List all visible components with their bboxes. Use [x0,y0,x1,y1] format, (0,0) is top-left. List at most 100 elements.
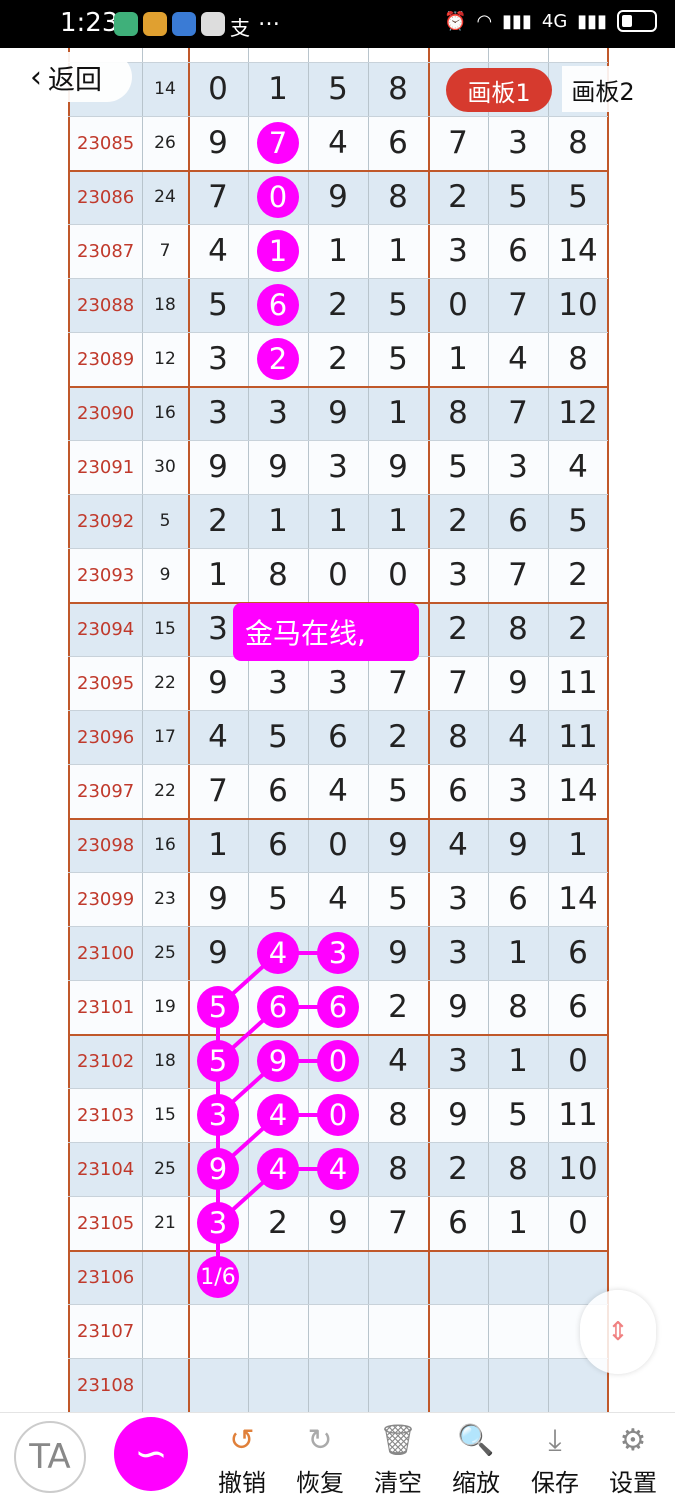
digit-cell[interactable]: 1 [488,1034,548,1088]
digit-cell[interactable]: 6 [548,980,608,1034]
digit-cell[interactable]: 7 [428,116,488,170]
digit-cell[interactable]: 1 [188,548,248,602]
digit-cell[interactable]: 7 [368,656,428,710]
digit-cell[interactable]: 5 [548,170,608,224]
digit-cell[interactable]: 6 [248,818,308,872]
digit-cell[interactable]: 2 [308,332,368,386]
highlighted-digit[interactable]: 6 [257,986,299,1028]
digit-cell[interactable]: 9 [368,926,428,980]
digit-cell[interactable]: 4 [488,710,548,764]
digit-cell[interactable] [368,1358,428,1412]
digit-cell[interactable]: 2 [428,1142,488,1196]
highlighted-digit[interactable]: 1 [257,230,299,272]
highlighted-digit[interactable]: 7 [257,122,299,164]
digit-cell[interactable]: 5 [368,278,428,332]
digit-cell[interactable]: 8 [368,62,428,116]
digit-cell[interactable]: 9 [428,1088,488,1142]
digit-cell[interactable]: 6 [488,224,548,278]
digit-cell[interactable]: 9 [308,170,368,224]
digit-cell[interactable]: 8 [248,548,308,602]
digit-cell[interactable] [188,1358,248,1412]
digit-cell[interactable]: 6 [488,494,548,548]
undo-button[interactable]: ↺ 撤销 [212,1417,272,1498]
digit-cell[interactable]: 0 [308,818,368,872]
digit-cell[interactable]: 10 [548,1142,608,1196]
digit-cell[interactable]: 2 [548,548,608,602]
digit-cell[interactable]: 0 [308,548,368,602]
digit-cell[interactable]: 8 [548,116,608,170]
digit-cell[interactable]: 9 [248,440,308,494]
digit-cell[interactable]: 3 [428,548,488,602]
digit-cell[interactable]: 1 [248,62,308,116]
digit-cell[interactable]: 3 [428,926,488,980]
digit-cell[interactable]: 2 [548,602,608,656]
digit-cell[interactable]: 1 [368,494,428,548]
digit-cell[interactable]: 8 [368,170,428,224]
digit-cell[interactable]: 3 [308,440,368,494]
settings-button[interactable]: ⚙ 设置 [603,1417,663,1498]
digit-cell[interactable]: 8 [368,1088,428,1142]
digit-cell[interactable]: 1 [248,494,308,548]
highlighted-digit[interactable]: 5 [197,1040,239,1082]
highlighted-digit[interactable]: 3 [317,932,359,974]
highlighted-digit[interactable]: 0 [317,1040,359,1082]
digit-cell[interactable]: 3 [428,1034,488,1088]
digit-cell[interactable]: 2 [368,710,428,764]
digit-cell[interactable] [488,1358,548,1412]
digit-cell[interactable]: 8 [488,602,548,656]
digit-cell[interactable]: 3 [188,332,248,386]
digit-cell[interactable]: 7 [428,656,488,710]
digit-cell[interactable]: 11 [548,710,608,764]
digit-cell[interactable]: 0 [548,1196,608,1250]
digit-cell[interactable]: 1 [488,926,548,980]
digit-cell[interactable]: 7 [188,764,248,818]
digit-cell[interactable] [248,1250,308,1304]
digit-cell[interactable]: 1 [308,224,368,278]
digit-cell[interactable] [248,1304,308,1358]
highlighted-digit[interactable]: 1/6 [197,1256,239,1298]
digit-cell[interactable]: 2 [308,278,368,332]
highlighted-digit[interactable]: 2 [257,338,299,380]
digit-cell[interactable]: 5 [428,440,488,494]
digit-cell[interactable]: 3 [428,872,488,926]
digit-cell[interactable]: 3 [428,224,488,278]
highlighted-digit[interactable]: 9 [257,1040,299,1082]
digit-cell[interactable]: 3 [488,764,548,818]
highlighted-digit[interactable]: 6 [317,986,359,1028]
digit-cell[interactable]: 4 [188,224,248,278]
chart-grid[interactable]: 14 0 1 5 8 23085 26 9 4 6 7 3 8 23086 24 7 9 8 2 5 5 23087 7 4 1… [0,48,675,1412]
digit-cell[interactable]: 1 [368,386,428,440]
digit-cell[interactable]: 6 [368,116,428,170]
digit-cell[interactable]: 9 [488,818,548,872]
digit-cell[interactable]: 14 [548,224,608,278]
digit-cell[interactable]: 9 [308,1196,368,1250]
digit-cell[interactable]: 5 [548,494,608,548]
pen-tool-button[interactable]: ∽ [114,1417,188,1491]
highlighted-digit[interactable]: 4 [317,1148,359,1190]
digit-cell[interactable]: 14 [548,872,608,926]
redo-button[interactable]: ↻ 恢复 [290,1417,350,1498]
digit-cell[interactable]: 8 [428,710,488,764]
digit-cell[interactable] [188,1304,248,1358]
digit-cell[interactable]: 7 [188,170,248,224]
digit-cell[interactable]: 9 [368,440,428,494]
digit-cell[interactable] [488,1304,548,1358]
digit-cell[interactable]: 1 [368,224,428,278]
digit-cell[interactable]: 0 [368,548,428,602]
digit-cell[interactable]: 7 [488,278,548,332]
digit-cell[interactable]: 8 [368,1142,428,1196]
digit-cell[interactable]: 0 [428,278,488,332]
digit-cell[interactable]: 1 [308,494,368,548]
digit-cell[interactable]: 4 [548,440,608,494]
highlighted-digit[interactable]: 4 [257,1148,299,1190]
digit-cell[interactable]: 9 [188,116,248,170]
digit-cell[interactable]: 0 [548,1034,608,1088]
digit-cell[interactable]: 5 [308,62,368,116]
digit-cell[interactable]: 7 [368,1196,428,1250]
digit-cell[interactable]: 6 [548,926,608,980]
digit-cell[interactable]: 5 [368,764,428,818]
digit-cell[interactable]: 6 [488,872,548,926]
digit-cell[interactable]: 4 [308,764,368,818]
highlighted-digit[interactable]: 4 [257,932,299,974]
digit-cell[interactable] [428,1250,488,1304]
